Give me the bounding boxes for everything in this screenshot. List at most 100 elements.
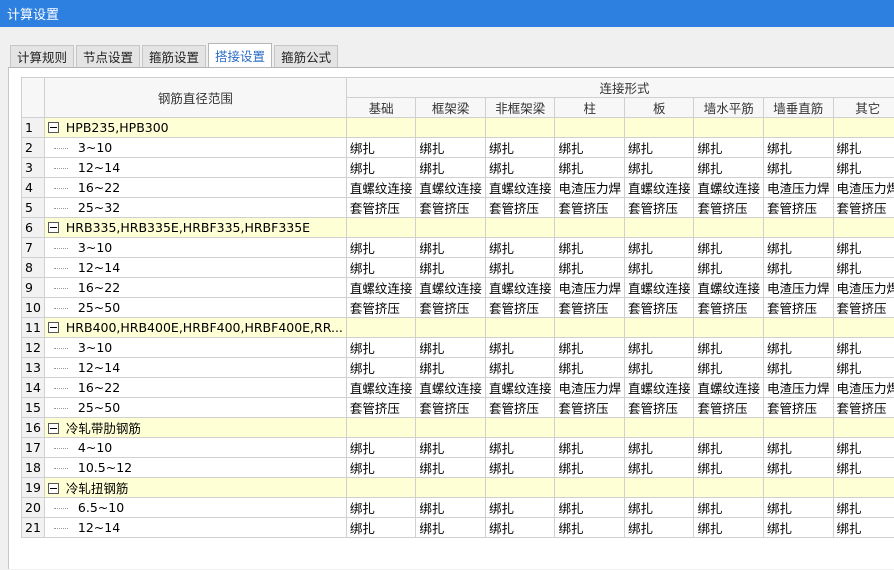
connection-cell-frame-beam[interactable]: 绑扎 bbox=[416, 358, 486, 378]
connection-cell-wall-vertical-bar[interactable]: 绑扎 bbox=[764, 518, 834, 538]
diameter-range-cell[interactable]: 3~10 bbox=[44, 338, 346, 358]
connection-cell-other[interactable]: 电渣压力焊 bbox=[833, 278, 894, 298]
connection-cell-non-frame-beam[interactable]: 绑扎 bbox=[485, 458, 555, 478]
connection-cell-frame-beam[interactable]: 绑扎 bbox=[416, 518, 486, 538]
connection-cell-column[interactable]: 电渣压力焊 bbox=[555, 378, 625, 398]
connection-cell-other[interactable]: 绑扎 bbox=[833, 458, 894, 478]
connection-cell-wall-vertical-bar[interactable]: 绑扎 bbox=[764, 158, 834, 178]
connection-cell-other[interactable]: 套管挤压 bbox=[833, 298, 894, 318]
table-row[interactable]: 1312~14绑扎绑扎绑扎绑扎绑扎绑扎绑扎绑扎9 bbox=[22, 358, 894, 378]
connection-cell-frame-beam[interactable]: 绑扎 bbox=[416, 498, 486, 518]
tab-lap-settings[interactable]: 搭接设置 bbox=[208, 43, 272, 69]
connection-cell-other[interactable]: 绑扎 bbox=[833, 438, 894, 458]
diameter-range-cell[interactable]: 25~50 bbox=[44, 398, 346, 418]
connection-cell-wall-horizontal-bar[interactable]: 绑扎 bbox=[694, 498, 764, 518]
connection-cell-wall-vertical-bar[interactable]: 绑扎 bbox=[764, 238, 834, 258]
table-row[interactable]: 1810.5~12绑扎绑扎绑扎绑扎绑扎绑扎绑扎绑扎9 bbox=[22, 458, 894, 478]
connection-cell-wall-vertical-bar[interactable]: 套管挤压 bbox=[764, 298, 834, 318]
table-row[interactable]: 1525~50套管挤压套管挤压套管挤压套管挤压套管挤压套管挤压套管挤压套管挤压9 bbox=[22, 398, 894, 418]
connection-cell-column[interactable]: 绑扎 bbox=[555, 338, 625, 358]
connection-cell-slab[interactable]: 套管挤压 bbox=[624, 198, 694, 218]
connection-cell-wall-vertical-bar[interactable]: 绑扎 bbox=[764, 138, 834, 158]
diameter-range-cell[interactable]: 16~22 bbox=[44, 178, 346, 198]
connection-cell-slab[interactable]: 直螺纹连接 bbox=[624, 278, 694, 298]
connection-cell-frame-beam[interactable]: 直螺纹连接 bbox=[416, 378, 486, 398]
connection-cell-other[interactable]: 绑扎 bbox=[833, 138, 894, 158]
connection-cell-wall-horizontal-bar[interactable]: 直螺纹连接 bbox=[694, 178, 764, 198]
connection-cell-other[interactable]: 绑扎 bbox=[833, 518, 894, 538]
connection-cell-column[interactable]: 绑扎 bbox=[555, 458, 625, 478]
connection-cell-column[interactable]: 绑扎 bbox=[555, 358, 625, 378]
connection-cell-non-frame-beam[interactable]: 绑扎 bbox=[485, 138, 555, 158]
group-row[interactable]: 11HRB400,HRB400E,HRBF400,HRBF400E,RR... bbox=[22, 318, 894, 338]
connection-cell-frame-beam[interactable]: 绑扎 bbox=[416, 438, 486, 458]
diameter-range-cell[interactable]: 12~14 bbox=[44, 158, 346, 178]
connection-cell-column[interactable]: 绑扎 bbox=[555, 238, 625, 258]
connection-cell-column[interactable]: 绑扎 bbox=[555, 258, 625, 278]
connection-cell-frame-beam[interactable]: 直螺纹连接 bbox=[416, 178, 486, 198]
connection-cell-wall-vertical-bar[interactable]: 电渣压力焊 bbox=[764, 378, 834, 398]
connection-cell-non-frame-beam[interactable]: 绑扎 bbox=[485, 498, 555, 518]
connection-cell-wall-horizontal-bar[interactable]: 绑扎 bbox=[694, 358, 764, 378]
connection-cell-slab[interactable]: 绑扎 bbox=[624, 258, 694, 278]
connection-cell-foundation[interactable]: 绑扎 bbox=[346, 518, 416, 538]
diameter-range-cell[interactable]: 10.5~12 bbox=[44, 458, 346, 478]
diameter-range-cell[interactable]: 3~10 bbox=[44, 138, 346, 158]
diameter-range-cell[interactable]: 6.5~10 bbox=[44, 498, 346, 518]
connection-cell-other[interactable]: 套管挤压 bbox=[833, 198, 894, 218]
connection-cell-frame-beam[interactable]: 套管挤压 bbox=[416, 298, 486, 318]
grade-group-cell[interactable]: 冷轧带肋钢筋 bbox=[44, 418, 346, 438]
table-row[interactable]: 416~22直螺纹连接直螺纹连接直螺纹连接电渣压力焊直螺纹连接直螺纹连接电渣压力… bbox=[22, 178, 894, 198]
connection-cell-foundation[interactable]: 绑扎 bbox=[346, 238, 416, 258]
connection-cell-slab[interactable]: 套管挤压 bbox=[624, 398, 694, 418]
connection-cell-slab[interactable]: 直螺纹连接 bbox=[624, 178, 694, 198]
diameter-range-cell[interactable]: 12~14 bbox=[44, 258, 346, 278]
connection-cell-foundation[interactable]: 绑扎 bbox=[346, 258, 416, 278]
grade-group-cell[interactable]: HRB400,HRB400E,HRBF400,HRBF400E,RR... bbox=[44, 318, 346, 338]
connection-cell-wall-horizontal-bar[interactable]: 直螺纹连接 bbox=[694, 278, 764, 298]
connection-cell-other[interactable]: 电渣压力焊 bbox=[833, 378, 894, 398]
grade-group-cell[interactable]: 冷轧扭钢筋 bbox=[44, 478, 346, 498]
table-row[interactable]: 174~10绑扎绑扎绑扎绑扎绑扎绑扎绑扎绑扎1 bbox=[22, 438, 894, 458]
table-row[interactable]: 206.5~10绑扎绑扎绑扎绑扎绑扎绑扎绑扎绑扎1 bbox=[22, 498, 894, 518]
connection-cell-other[interactable]: 电渣压力焊 bbox=[833, 178, 894, 198]
connection-cell-slab[interactable]: 套管挤压 bbox=[624, 298, 694, 318]
connection-cell-non-frame-beam[interactable]: 绑扎 bbox=[485, 158, 555, 178]
diameter-range-cell[interactable]: 16~22 bbox=[44, 378, 346, 398]
connection-cell-wall-vertical-bar[interactable]: 电渣压力焊 bbox=[764, 178, 834, 198]
connection-cell-non-frame-beam[interactable]: 套管挤压 bbox=[485, 398, 555, 418]
table-row[interactable]: 123~10绑扎绑扎绑扎绑扎绑扎绑扎绑扎绑扎1 bbox=[22, 338, 894, 358]
connection-cell-wall-horizontal-bar[interactable]: 绑扎 bbox=[694, 438, 764, 458]
connection-cell-wall-horizontal-bar[interactable]: 绑扎 bbox=[694, 518, 764, 538]
connection-cell-wall-horizontal-bar[interactable]: 套管挤压 bbox=[694, 398, 764, 418]
connection-cell-column[interactable]: 绑扎 bbox=[555, 138, 625, 158]
table-row[interactable]: 312~14绑扎绑扎绑扎绑扎绑扎绑扎绑扎绑扎9 bbox=[22, 158, 894, 178]
connection-cell-slab[interactable]: 绑扎 bbox=[624, 518, 694, 538]
collapse-minus-icon[interactable] bbox=[48, 483, 59, 494]
connection-cell-foundation[interactable]: 直螺纹连接 bbox=[346, 178, 416, 198]
connection-cell-non-frame-beam[interactable]: 套管挤压 bbox=[485, 298, 555, 318]
connection-cell-other[interactable]: 绑扎 bbox=[833, 498, 894, 518]
collapse-minus-icon[interactable] bbox=[48, 222, 59, 233]
connection-cell-wall-horizontal-bar[interactable]: 套管挤压 bbox=[694, 298, 764, 318]
connection-cell-column[interactable]: 绑扎 bbox=[555, 158, 625, 178]
diameter-range-cell[interactable]: 12~14 bbox=[44, 518, 346, 538]
connection-cell-foundation[interactable]: 套管挤压 bbox=[346, 198, 416, 218]
connection-cell-foundation[interactable]: 套管挤压 bbox=[346, 298, 416, 318]
connection-cell-other[interactable]: 绑扎 bbox=[833, 238, 894, 258]
table-row[interactable]: 2112~14绑扎绑扎绑扎绑扎绑扎绑扎绑扎绑扎9 bbox=[22, 518, 894, 538]
table-row[interactable]: 1416~22直螺纹连接直螺纹连接直螺纹连接电渣压力焊直螺纹连接直螺纹连接电渣压… bbox=[22, 378, 894, 398]
tab-calc-rules[interactable]: 计算规则 bbox=[10, 45, 74, 68]
connection-cell-slab[interactable]: 绑扎 bbox=[624, 238, 694, 258]
connection-cell-column[interactable]: 绑扎 bbox=[555, 518, 625, 538]
diameter-range-cell[interactable]: 4~10 bbox=[44, 438, 346, 458]
connection-cell-non-frame-beam[interactable]: 直螺纹连接 bbox=[485, 278, 555, 298]
connection-cell-wall-vertical-bar[interactable]: 套管挤压 bbox=[764, 398, 834, 418]
connection-cell-other[interactable]: 绑扎 bbox=[833, 338, 894, 358]
table-row[interactable]: 73~10绑扎绑扎绑扎绑扎绑扎绑扎绑扎绑扎1 bbox=[22, 238, 894, 258]
connection-cell-other[interactable]: 套管挤压 bbox=[833, 398, 894, 418]
group-row[interactable]: 1HPB235,HPB300 bbox=[22, 118, 894, 138]
connection-cell-non-frame-beam[interactable]: 绑扎 bbox=[485, 258, 555, 278]
connection-cell-slab[interactable]: 绑扎 bbox=[624, 158, 694, 178]
connection-cell-wall-vertical-bar[interactable]: 绑扎 bbox=[764, 498, 834, 518]
